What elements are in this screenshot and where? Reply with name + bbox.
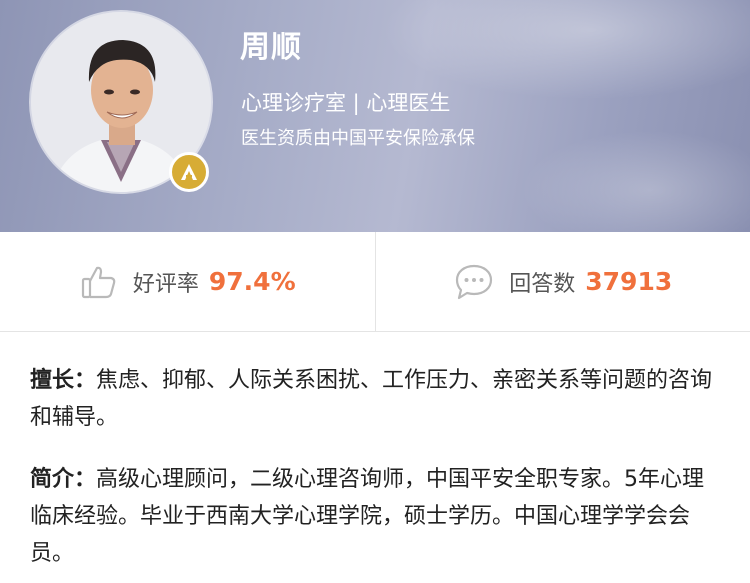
intro-label: 简介： — [30, 467, 97, 492]
verified-badge-icon — [169, 152, 209, 192]
doctor-name: 周顺 — [240, 30, 302, 65]
answers-label: 回答数 — [509, 271, 576, 297]
chat-bubble-icon — [453, 262, 495, 302]
profile-header: 周顺 心理诊疗室 | 心理医生 医生资质由中国平安保险承保 — [0, 0, 750, 232]
doctor-title: 心理诊疗室 | 心理医生 — [241, 91, 451, 115]
expertise-section: 擅长：焦虑、抑郁、人际关系困扰、工作压力、亲密关系等问题的咨询和辅导。 — [30, 362, 720, 436]
answers-value: 37913 — [585, 267, 673, 296]
stats-bar: 好评率 97.4% 回答数 37913 — [0, 232, 750, 332]
rating-label: 好评率 — [132, 271, 199, 297]
certification-note: 医生资质由中国平安保险承保 — [241, 128, 475, 149]
rating-value: 97.4% — [208, 267, 296, 296]
header-sheen — [520, 130, 750, 232]
rating-stat[interactable]: 好评率 97.4% — [0, 232, 375, 331]
expertise-text: 焦虑、抑郁、人际关系困扰、工作压力、亲密关系等问题的咨询和辅导。 — [30, 368, 713, 430]
answers-stat[interactable]: 回答数 37913 — [374, 232, 750, 331]
thumbs-up-icon — [79, 262, 119, 302]
expertise-label: 擅长： — [30, 368, 97, 393]
intro-text: 高级心理顾问，二级心理咨询师，中国平安全职专家。5年心理临床经验。毕业于西南大学… — [30, 467, 705, 566]
header-sheen — [380, 0, 750, 100]
intro-section: 简介：高级心理顾问，二级心理咨询师，中国平安全职专家。5年心理临床经验。毕业于西… — [30, 461, 720, 572]
